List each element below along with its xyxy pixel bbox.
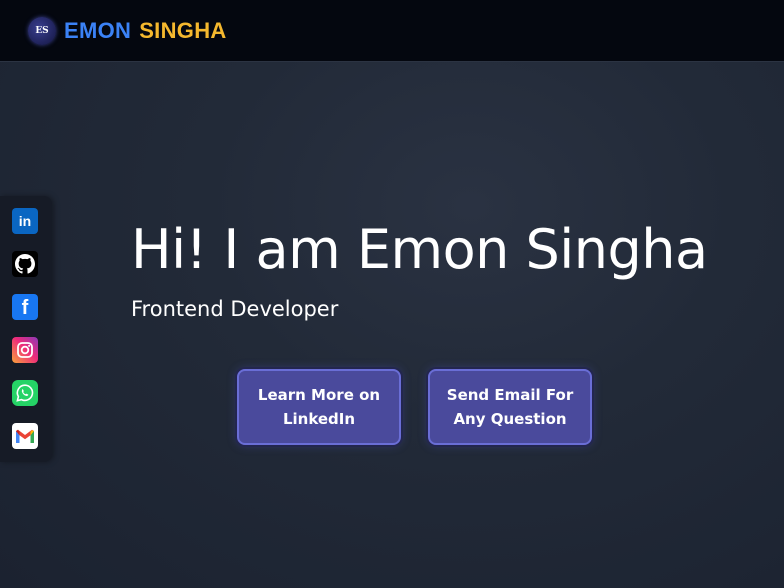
social-links-rail: in f bbox=[0, 196, 52, 462]
instagram-camera-icon bbox=[17, 342, 33, 358]
hero-subtitle: Frontend Developer bbox=[131, 297, 339, 321]
facebook-glyph: f bbox=[21, 297, 29, 319]
gmail-envelope-icon bbox=[16, 429, 34, 443]
brand-first-name: EMON bbox=[64, 18, 132, 43]
send-email-label: Send Email For Any Question bbox=[446, 386, 574, 428]
instagram-icon[interactable] bbox=[12, 337, 38, 363]
whatsapp-icon[interactable] bbox=[12, 380, 38, 406]
brand-name[interactable]: EMON SINGHA bbox=[64, 18, 227, 44]
logo-initials: ES bbox=[35, 26, 49, 36]
linkedin-glyph: in bbox=[18, 213, 32, 229]
logo-badge[interactable]: ES bbox=[28, 17, 56, 45]
github-octocat-icon bbox=[15, 254, 35, 274]
hero-title: Hi! I am Emon Singha bbox=[131, 218, 708, 281]
whatsapp-phone-icon bbox=[16, 384, 34, 402]
github-icon[interactable] bbox=[12, 251, 38, 277]
facebook-icon[interactable]: f bbox=[12, 294, 38, 320]
learn-more-linkedin-label: Learn More on LinkedIn bbox=[257, 386, 381, 428]
gmail-icon[interactable] bbox=[12, 423, 38, 449]
brand-last-name: SINGHA bbox=[139, 18, 227, 43]
send-email-button[interactable]: Send Email For Any Question bbox=[428, 369, 592, 445]
learn-more-linkedin-button[interactable]: Learn More on LinkedIn bbox=[237, 369, 401, 445]
linkedin-icon[interactable]: in bbox=[12, 208, 38, 234]
top-navbar: ES EMON SINGHA bbox=[0, 0, 784, 62]
